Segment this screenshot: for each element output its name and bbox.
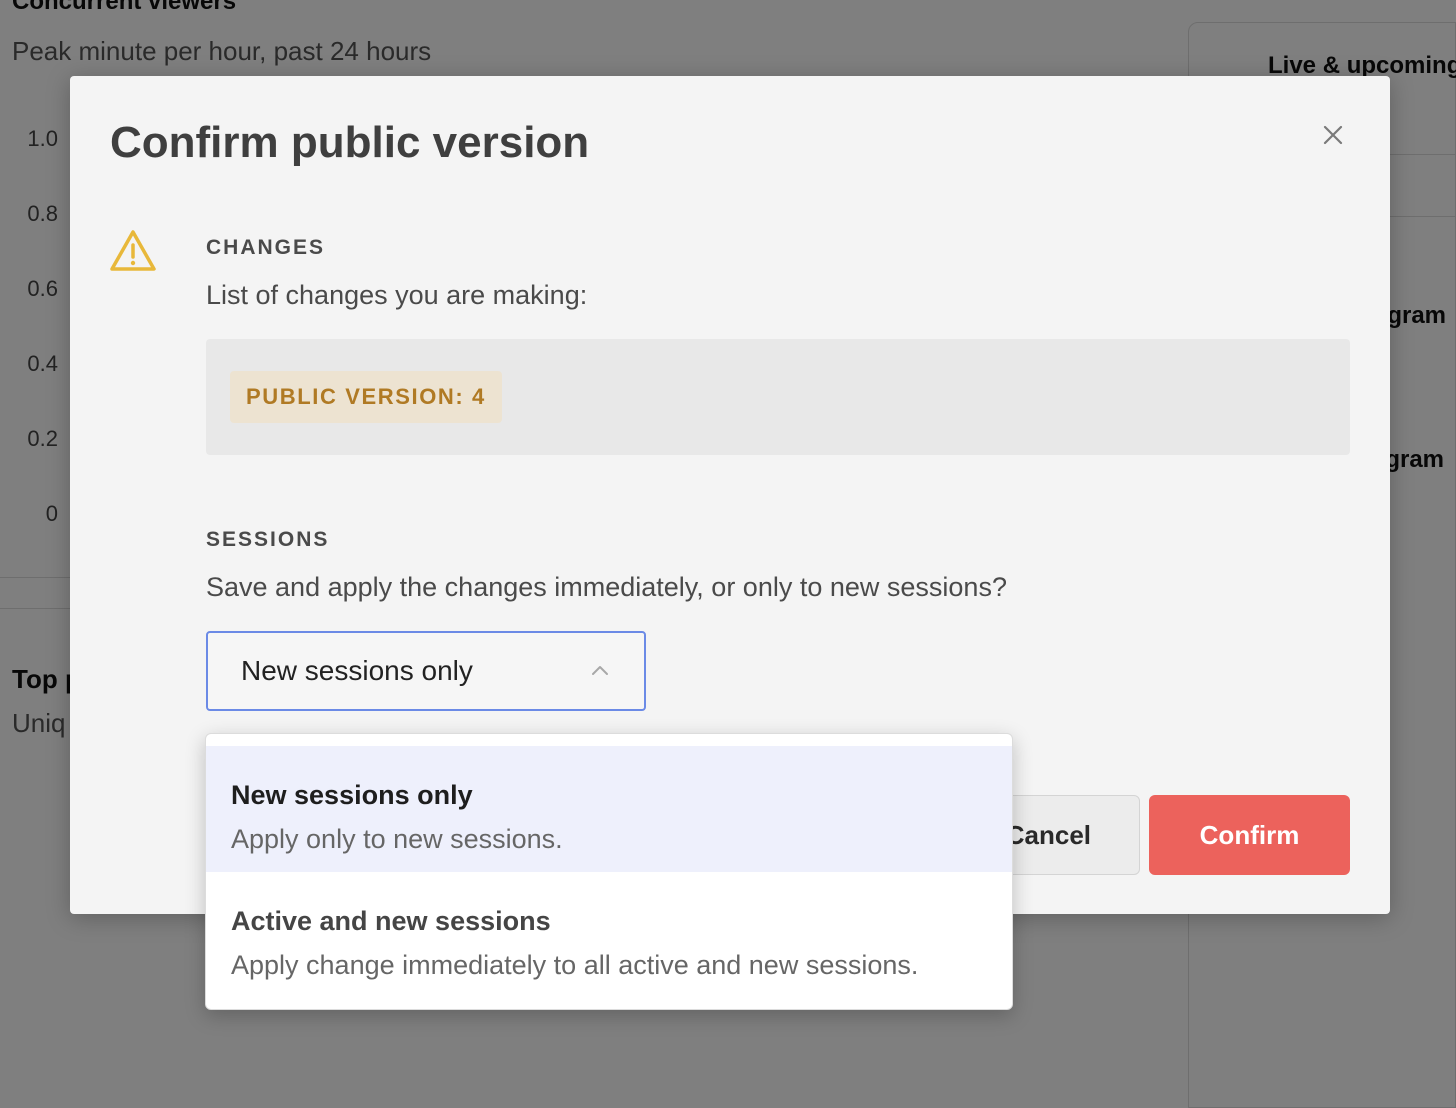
option-description: Apply only to new sessions. <box>231 824 563 854</box>
confirm-button[interactable]: Confirm <box>1149 795 1350 875</box>
close-icon <box>1323 125 1343 145</box>
option-title: Active and new sessions <box>231 906 551 936</box>
option-new-sessions-only[interactable]: New sessions only Apply only to new sess… <box>206 746 1012 872</box>
dialog-title: Confirm public version <box>110 118 590 167</box>
sessions-dropdown-menu: New sessions only Apply only to new sess… <box>205 733 1013 1010</box>
option-title: New sessions only <box>231 780 473 810</box>
option-active-and-new-sessions[interactable]: Active and new sessions Apply change imm… <box>206 872 1012 998</box>
option-description: Apply change immediately to all active a… <box>231 950 919 980</box>
changes-list: PUBLIC VERSION: 4 <box>206 339 1350 455</box>
warning-icon <box>108 228 158 274</box>
chevron-up-icon <box>592 666 608 675</box>
sessions-select-value: New sessions only <box>241 655 473 686</box>
close-button[interactable] <box>1318 120 1348 150</box>
sessions-description: Save and apply the changes immediately, … <box>206 572 1007 602</box>
sessions-select[interactable]: New sessions only <box>206 631 646 711</box>
changes-description: List of changes you are making: <box>206 280 588 310</box>
sessions-label: SESSIONS <box>206 528 330 551</box>
changes-label: CHANGES <box>206 236 326 259</box>
public-version-badge: PUBLIC VERSION: 4 <box>230 371 502 423</box>
